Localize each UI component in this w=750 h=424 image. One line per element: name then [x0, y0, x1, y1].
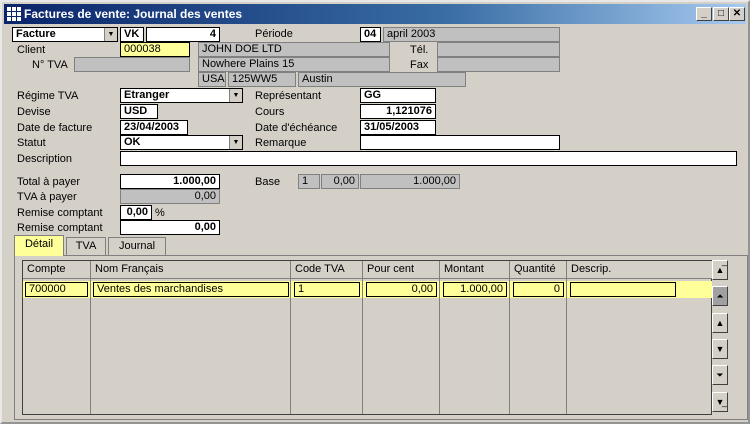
tva-number-field — [74, 57, 190, 72]
devise-label: Devise — [17, 106, 51, 118]
cell-pour-cent[interactable]: 0,00 — [366, 282, 437, 297]
regime-tva-select[interactable]: Etranger ▼ — [120, 88, 243, 103]
tva-payer-label: TVA à payer — [17, 191, 77, 203]
up-icon[interactable]: ▲ — [712, 313, 728, 333]
title-bar[interactable]: Factures de vente: Journal des ventes _ … — [4, 4, 746, 24]
client-street-field: Nowhere Plains 15 — [198, 57, 390, 72]
tva-payer-field: 0,00 — [120, 189, 220, 204]
remise-pct-label: Remise comptant — [17, 207, 103, 219]
base-code-field: 1 — [298, 174, 320, 189]
client-city-field: Austin — [298, 72, 466, 87]
tel-label: Tél. — [410, 44, 429, 56]
remise-pct-field[interactable]: 0,00 — [120, 205, 152, 220]
fax-label: Fax — [410, 59, 429, 71]
chevron-down-icon[interactable]: ▼ — [229, 136, 242, 149]
col-header-code-tva[interactable]: Code TVA — [291, 261, 363, 279]
client-code-field[interactable]: 000038 — [120, 42, 190, 57]
base-amount-field: 1.000,00 — [360, 174, 460, 189]
chevron-down-icon[interactable]: ▼ — [229, 89, 242, 102]
column-divider — [91, 279, 291, 414]
chevron-down-icon[interactable]: ▼ — [104, 28, 117, 41]
representant-label: Représentant — [255, 90, 322, 102]
cell-descrip[interactable] — [570, 282, 676, 297]
col-header-nom[interactable]: Nom Français — [91, 261, 291, 279]
column-divider — [510, 279, 567, 414]
client-name-field: JOHN DOE LTD — [198, 42, 390, 57]
description-label: Description — [17, 153, 73, 165]
first-record-icon[interactable]: ▲̅ — [712, 260, 728, 280]
down-icon[interactable]: ▼ — [712, 339, 728, 359]
tva-number-label: N° TVA — [32, 59, 68, 71]
periode-number-field[interactable]: 04 — [360, 27, 381, 42]
tab-tva[interactable]: TVA — [66, 237, 106, 255]
percent-sign: % — [155, 207, 165, 219]
window-title: Factures de vente: Journal des ventes — [24, 7, 243, 21]
minimize-button[interactable]: _ — [696, 7, 712, 21]
date-facture-label: Date de facture — [17, 122, 93, 134]
page-down-icon[interactable]: ⏷ — [712, 365, 728, 385]
remarque-label: Remarque — [255, 137, 307, 149]
client-label: Client — [17, 44, 46, 56]
date-echeance-field[interactable]: 31/05/2003 — [360, 120, 436, 135]
total-field: 1.000,00 — [120, 174, 220, 189]
periode-text-field: april 2003 — [383, 27, 560, 42]
statut-value: OK — [124, 136, 141, 148]
representant-field[interactable]: GG — [360, 88, 436, 103]
client-zip-field: 125WW5 — [228, 72, 296, 87]
total-label: Total à payer — [17, 176, 80, 188]
description-field[interactable] — [120, 151, 737, 166]
journal-field[interactable]: VK — [120, 27, 144, 42]
date-echeance-label: Date d'échéance — [255, 122, 338, 134]
base-tva-field: 0,00 — [321, 174, 359, 189]
col-header-descrip[interactable]: Descrip. — [567, 261, 712, 279]
col-header-pour-cent[interactable]: Pour cent — [363, 261, 440, 279]
page-up-icon[interactable]: ⏶ — [712, 286, 728, 306]
doc-type-select[interactable]: Facture ▼ — [12, 27, 118, 42]
devise-field[interactable]: USD — [120, 104, 158, 119]
tel-field — [437, 42, 560, 57]
close-button[interactable]: ✕ — [729, 7, 745, 21]
cours-field[interactable]: 1,121076 — [360, 104, 436, 119]
last-record-icon[interactable]: ▼̲ — [712, 392, 728, 412]
invoice-number-field[interactable]: 4 — [146, 27, 220, 42]
col-header-montant[interactable]: Montant — [440, 261, 510, 279]
col-header-quantite[interactable]: Quantité — [510, 261, 567, 279]
app-grid-icon — [7, 7, 21, 21]
date-facture-field[interactable]: 23/04/2003 — [120, 120, 188, 135]
cell-montant[interactable]: 1.000,00 — [443, 282, 507, 297]
base-label: Base — [255, 176, 281, 188]
cell-quantite[interactable]: 0 — [513, 282, 564, 297]
tab-detail[interactable]: Détail — [14, 235, 64, 256]
column-divider — [363, 279, 440, 414]
statut-select[interactable]: OK ▼ — [120, 135, 243, 150]
tab-journal[interactable]: Journal — [108, 237, 166, 255]
statut-label: Statut — [17, 137, 46, 149]
col-header-compte[interactable]: Compte — [23, 261, 91, 279]
client-country-field: USA — [198, 72, 226, 87]
cell-nom[interactable]: Ventes des marchandises — [93, 282, 289, 297]
fax-field — [437, 57, 560, 72]
cell-code-tva[interactable]: 1 — [294, 282, 360, 297]
record-navigator: ▲̅ ⏶ ▲ ▼ ⏷ ▼̲ — [712, 260, 728, 415]
remise-field[interactable]: 0,00 — [120, 220, 220, 235]
cell-compte[interactable]: 700000 — [25, 282, 88, 297]
column-divider — [23, 279, 91, 414]
column-divider — [291, 279, 363, 414]
cours-label: Cours — [255, 106, 285, 118]
maximize-button[interactable]: □ — [713, 7, 729, 21]
remise-label: Remise comptant — [17, 222, 103, 234]
column-divider — [440, 279, 510, 414]
regime-tva-value: Etranger — [124, 89, 170, 101]
doc-type-value: Facture — [16, 28, 56, 40]
regime-tva-label: Régime TVA — [17, 90, 79, 102]
periode-label: Période — [255, 28, 293, 40]
lines-grid: Compte Nom Français Code TVA Pour cent M… — [22, 260, 712, 415]
remarque-field[interactable] — [360, 135, 560, 150]
